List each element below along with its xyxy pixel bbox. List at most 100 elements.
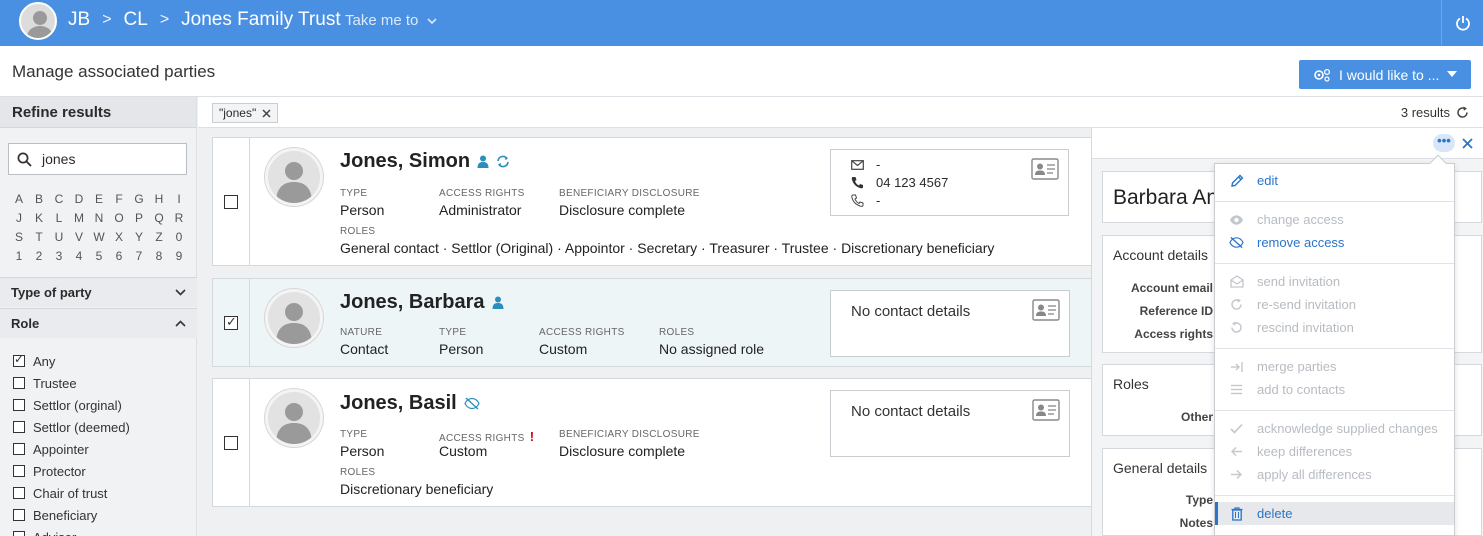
- alphabet-letter[interactable]: C: [49, 191, 69, 207]
- alphabet-letter[interactable]: T: [29, 229, 49, 245]
- alphabet-letter[interactable]: R: [169, 210, 189, 226]
- alphabet-letter[interactable]: J: [9, 210, 29, 226]
- role-option[interactable]: Settlor (deemed): [13, 416, 193, 438]
- search-input[interactable]: jones: [8, 143, 187, 175]
- chevron-right-icon: >: [102, 11, 112, 28]
- menu-item-delete[interactable]: delete: [1215, 502, 1454, 525]
- alphabet-letter[interactable]: L: [49, 210, 69, 226]
- role-option-checkbox[interactable]: [13, 487, 25, 499]
- role-option-checkbox[interactable]: [13, 421, 25, 433]
- power-button[interactable]: [1441, 0, 1483, 46]
- alphabet-letter[interactable]: 1: [9, 248, 29, 264]
- party-select-checkbox[interactable]: [224, 314, 238, 330]
- alphabet-letter[interactable]: 2: [29, 248, 49, 264]
- alphabet-letter[interactable]: 0: [169, 229, 189, 245]
- alphabet-letter[interactable]: E: [89, 191, 109, 207]
- menu-item-change-access[interactable]: change access: [1215, 208, 1454, 231]
- alphabet-letter[interactable]: Q: [149, 210, 169, 226]
- alphabet-letter[interactable]: F: [109, 191, 129, 207]
- redo-icon: [1231, 298, 1242, 310]
- alphabet-letter[interactable]: 9: [169, 248, 189, 264]
- menu-item-add-to-contacts[interactable]: add to contacts: [1215, 378, 1454, 401]
- alphabet-letter[interactable]: 5: [89, 248, 109, 264]
- role-option-checkbox[interactable]: [13, 399, 25, 411]
- role-option[interactable]: Settlor (orginal): [13, 394, 193, 416]
- contact-card-icon[interactable]: [1032, 299, 1060, 324]
- party-name[interactable]: Jones, Basil: [340, 392, 480, 415]
- role-option[interactable]: Protector: [13, 460, 193, 482]
- party-select-checkbox[interactable]: [224, 435, 238, 450]
- role-option-checkbox[interactable]: [13, 531, 25, 536]
- alphabet-letter[interactable]: 3: [49, 248, 69, 264]
- breadcrumb-item-jb[interactable]: JB: [68, 9, 90, 31]
- alphabet-letter[interactable]: U: [49, 229, 69, 245]
- party-name[interactable]: Jones, Barbara: [340, 291, 504, 314]
- alphabet-letter[interactable]: X: [109, 229, 129, 245]
- role-option-checkbox[interactable]: [13, 377, 25, 389]
- menu-item-keep-differences[interactable]: keep differences: [1215, 440, 1454, 463]
- alphabet-letter[interactable]: G: [129, 191, 149, 207]
- role-option-checkbox[interactable]: [13, 509, 25, 521]
- alphabet-letter[interactable]: 7: [129, 248, 149, 264]
- user-avatar[interactable]: [19, 2, 57, 40]
- alphabet-letter[interactable]: O: [109, 210, 129, 226]
- party-select-checkbox[interactable]: [224, 194, 238, 209]
- role-option-checkbox[interactable]: [13, 465, 25, 477]
- alphabet-letter[interactable]: K: [29, 210, 49, 226]
- party-card-barbara[interactable]: Jones, Barbara NATURE Contact TYPE Perso…: [212, 278, 1098, 367]
- i-would-like-to-button[interactable]: I would like to ...: [1299, 60, 1471, 89]
- menu-item-acknowledge-changes[interactable]: acknowledge supplied changes: [1215, 417, 1454, 440]
- breadcrumb-item-cl[interactable]: CL: [124, 9, 148, 31]
- alphabet-letter[interactable]: V: [69, 229, 89, 245]
- alphabet-letter[interactable]: Z: [149, 229, 169, 245]
- contact-card-icon[interactable]: [1031, 158, 1059, 183]
- menu-item-edit[interactable]: edit: [1215, 169, 1454, 192]
- alphabet-letter[interactable]: A: [9, 191, 29, 207]
- menu-item-resend-invitation[interactable]: re-send invitation: [1215, 293, 1454, 316]
- party-select-cell: [213, 138, 250, 265]
- menu-item-apply-differences[interactable]: apply all differences: [1215, 463, 1454, 486]
- menu-item-remove-access[interactable]: remove access: [1215, 231, 1454, 254]
- alphabet-letter[interactable]: S: [9, 229, 29, 245]
- alphabet-letter[interactable]: I: [169, 191, 189, 207]
- role-option-label: Chair of trust: [33, 485, 108, 501]
- role-option[interactable]: Appointer: [13, 438, 193, 460]
- breadcrumb-item-trust[interactable]: Jones Family Trust: [181, 9, 340, 31]
- alphabet-letter[interactable]: 4: [69, 248, 89, 264]
- alphabet-letter[interactable]: W: [89, 229, 109, 245]
- alphabet-letter[interactable]: H: [149, 191, 169, 207]
- role-option-checkbox[interactable]: [13, 352, 25, 367]
- contact-card-icon[interactable]: [1032, 399, 1060, 424]
- menu-divider: [1215, 495, 1454, 496]
- role-option[interactable]: Any: [13, 350, 193, 372]
- party-card-basil[interactable]: Jones, Basil TYPE Person ACCESS RIGHTS !…: [212, 378, 1098, 507]
- role-option[interactable]: Advisor: [13, 526, 193, 536]
- close-panel-button[interactable]: [1462, 132, 1473, 154]
- more-options-button[interactable]: •••: [1433, 134, 1455, 152]
- refresh-icon[interactable]: [1456, 106, 1469, 119]
- alphabet-letter[interactable]: N: [89, 210, 109, 226]
- alphabet-letter[interactable]: P: [129, 210, 149, 226]
- menu-item-rescind-invitation[interactable]: rescind invitation: [1215, 316, 1454, 339]
- menu-item-send-invitation[interactable]: send invitation: [1215, 270, 1454, 293]
- facet-role[interactable]: Role: [0, 308, 197, 338]
- results-count-label: 3 results: [1400, 105, 1450, 120]
- role-option[interactable]: Trustee: [13, 372, 193, 394]
- close-icon[interactable]: [262, 108, 271, 118]
- alphabet-letter[interactable]: 8: [149, 248, 169, 264]
- alphabet-letter[interactable]: D: [69, 191, 89, 207]
- contact-email-value: -: [876, 157, 881, 172]
- role-option[interactable]: Beneficiary: [13, 504, 193, 526]
- alphabet-letter[interactable]: Y: [129, 229, 149, 245]
- alphabet-letter[interactable]: B: [29, 191, 49, 207]
- take-me-to-dropdown[interactable]: Take me to: [345, 12, 437, 29]
- party-name[interactable]: Jones, Simon: [340, 150, 510, 173]
- party-card-simon[interactable]: Jones, Simon TYPE Person ACCESS RIGHTS A…: [212, 137, 1098, 266]
- role-option-checkbox[interactable]: [13, 443, 25, 455]
- alphabet-letter[interactable]: M: [69, 210, 89, 226]
- alphabet-letter[interactable]: 6: [109, 248, 129, 264]
- access-rights-value: Custom: [539, 341, 588, 357]
- facet-type-of-party[interactable]: Type of party: [0, 277, 197, 307]
- role-option[interactable]: Chair of trust: [13, 482, 193, 504]
- menu-item-merge-parties[interactable]: merge parties: [1215, 355, 1454, 378]
